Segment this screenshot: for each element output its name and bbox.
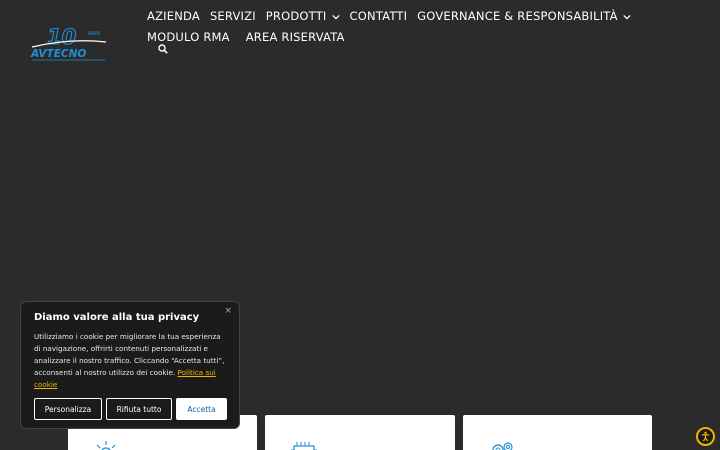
nav-label: SERVIZI bbox=[209, 9, 256, 23]
svg-text:AVTECNO: AVTECNO bbox=[30, 48, 86, 60]
close-icon[interactable]: × bbox=[224, 306, 232, 316]
nav-label: AREA RISERVATA bbox=[245, 30, 345, 44]
gears-icon bbox=[492, 442, 513, 450]
svg-text:ANNI: ANNI bbox=[88, 31, 100, 37]
nav-label: GOVERNANCE & RESPONSABILITÀ bbox=[417, 9, 618, 23]
chip-icon bbox=[291, 442, 318, 450]
nav-label: AZIENDA bbox=[147, 9, 200, 23]
avtecno-logo[interactable]: 10 ANNI AVTECNO bbox=[30, 24, 110, 62]
search-icon[interactable] bbox=[158, 44, 168, 54]
svg-text:10: 10 bbox=[47, 25, 76, 49]
nav-item-governance[interactable]: GOVERNANCE & RESPONSABILITÀ bbox=[412, 6, 636, 27]
nav-label: CONTATTI bbox=[349, 9, 408, 23]
chevron-down-icon bbox=[331, 14, 340, 19]
accessibility-icon bbox=[701, 431, 710, 442]
reject-all-button[interactable]: Rifiuta tutto bbox=[106, 398, 172, 420]
cookie-consent-banner: × Diamo valore alla tua privacy Utilizzi… bbox=[20, 301, 240, 429]
nav-item-area-riservata[interactable]: AREA RISERVATA bbox=[241, 27, 350, 48]
main-nav: AZIENDA SERVIZI PRODOTTI CONTATTI GOVERN… bbox=[142, 6, 712, 48]
lightbulb-icon bbox=[96, 441, 116, 450]
cookie-body: Utilizziamo i cookie per migliorare la t… bbox=[34, 331, 226, 391]
nav-item-contatti[interactable]: CONTATTI bbox=[345, 6, 413, 27]
avtecno-logo-graphic: 10 ANNI AVTECNO bbox=[30, 24, 107, 61]
cookie-title: Diamo valore alla tua privacy bbox=[34, 312, 200, 323]
accept-button[interactable]: Accetta bbox=[176, 398, 227, 420]
nav-label: PRODOTTI bbox=[265, 9, 327, 23]
nav-item-prodotti[interactable]: PRODOTTI bbox=[261, 6, 345, 27]
nav-item-modulo-rma[interactable]: MODULO RMA bbox=[142, 27, 235, 48]
customize-button[interactable]: Personalizza bbox=[34, 398, 102, 420]
site-header: 10 ANNI AVTECNO AZIENDA SERVIZI PRODOTTI… bbox=[0, 0, 720, 70]
accessibility-button[interactable] bbox=[696, 427, 715, 446]
chevron-down-icon bbox=[623, 14, 631, 19]
feature-card-2[interactable] bbox=[265, 415, 455, 450]
nav-item-servizi[interactable]: SERVIZI bbox=[205, 6, 261, 27]
cookie-buttons: Personalizza Rifiuta tutto Accetta bbox=[34, 398, 227, 420]
nav-item-azienda[interactable]: AZIENDA bbox=[142, 6, 205, 27]
feature-card-3[interactable] bbox=[462, 415, 652, 450]
